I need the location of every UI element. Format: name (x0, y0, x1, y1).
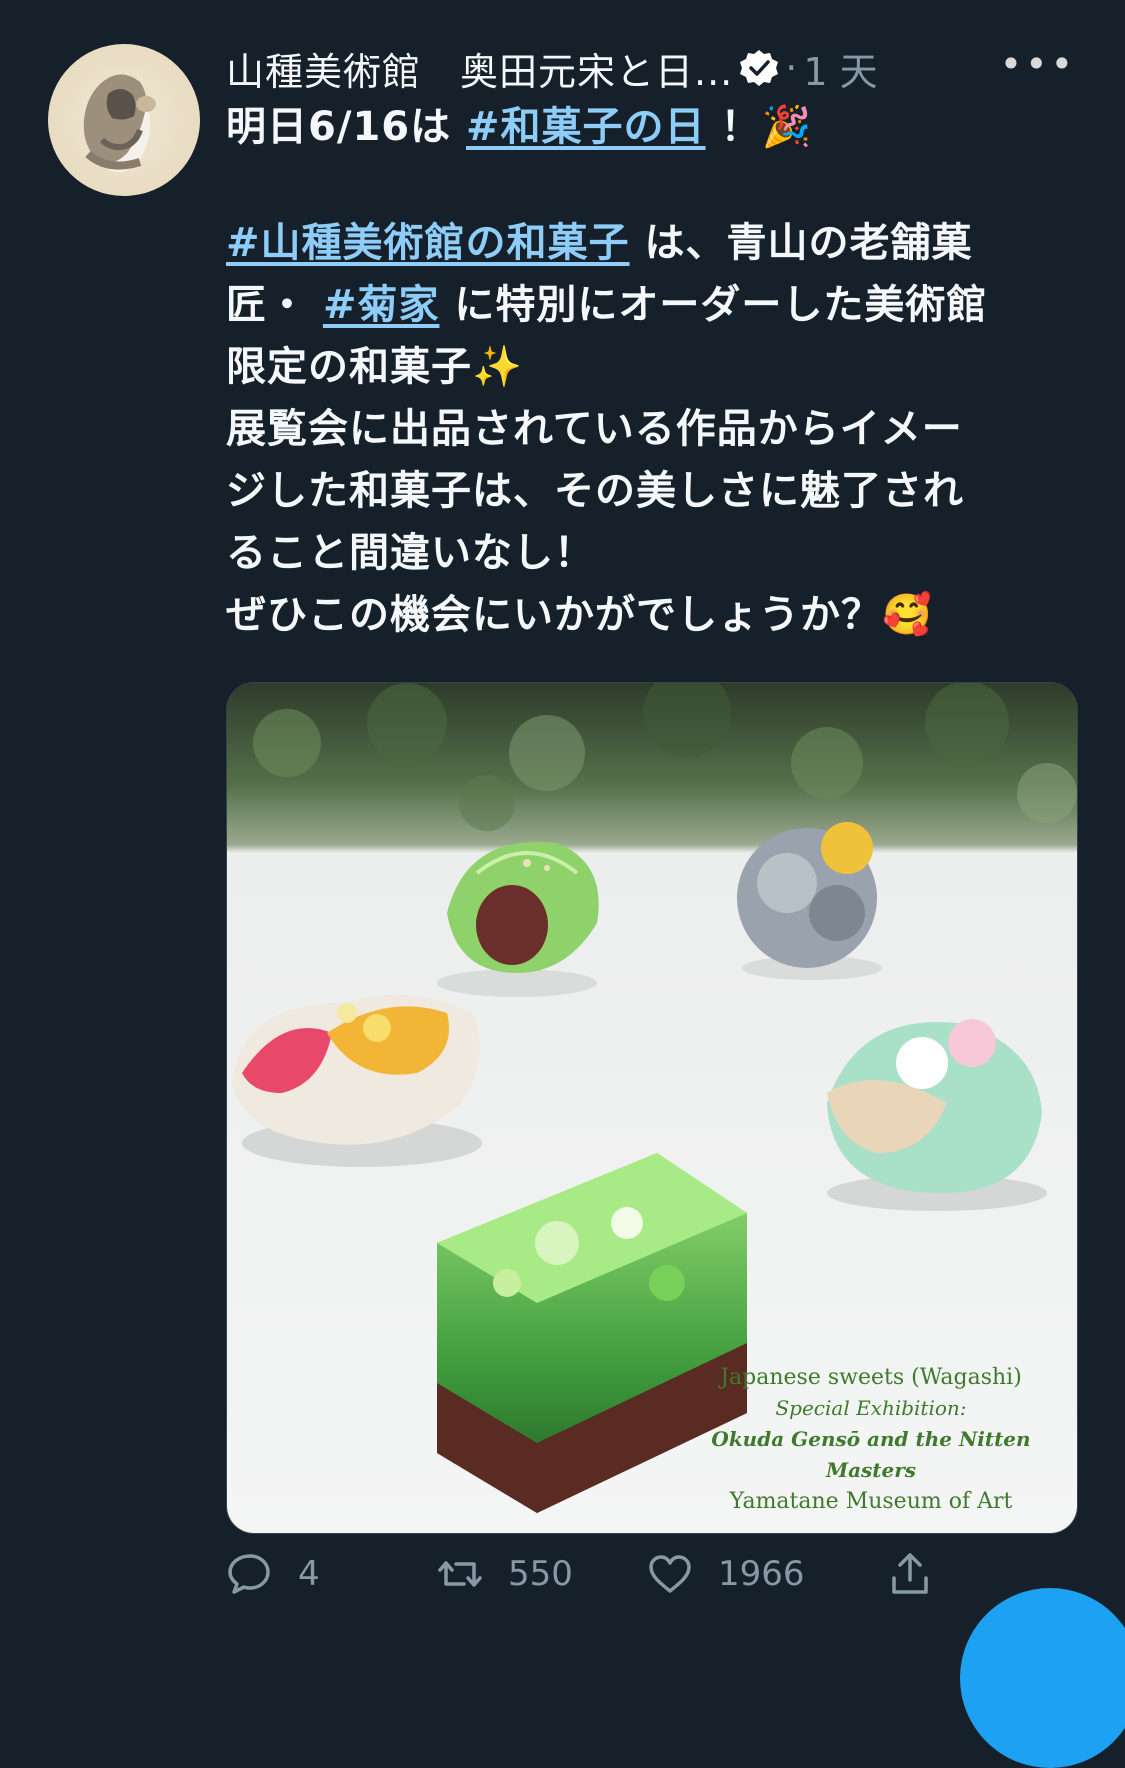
like-count: 1966 (718, 1554, 805, 1594)
cat-illustration (83, 74, 156, 172)
text-line-1: 明日6/16は #和菓子の日 ！🎉 (226, 104, 813, 150)
text-line-8: ぜひこの機会にいかがでしょうか？🥰 (226, 592, 933, 638)
text-line-7: ること間違いなし！ (226, 530, 595, 576)
text-line-4: 限定の和菓子✨ (226, 344, 523, 390)
reply-count: 4 (298, 1554, 320, 1594)
hashtag-link[interactable]: #和菓子の日 (466, 104, 706, 150)
compose-tweet-button[interactable] (960, 1588, 1125, 1768)
tweet-media-image[interactable]: Japanese sweets (Wagashi) Special Exhibi… (226, 682, 1078, 1534)
verified-badge-icon (740, 50, 779, 86)
display-name[interactable]: 山種美術館 奥田元宋と日... (226, 41, 733, 96)
tweet-actions: 4 550 1966 (226, 1550, 1106, 1620)
text-line-6: ジした和菓子は、その美しさに魅了され (226, 468, 964, 514)
retweet-count: 550 (508, 1554, 573, 1594)
tweet-header: 山種美術館 奥田元宋と日... · 1 天 ••• (226, 40, 1106, 96)
caption-line-4: Yamatane Museum of Art (729, 1489, 1013, 1514)
caption-line-3: Okuda Gensō and the Nitten Masters (711, 1427, 1031, 1482)
party-popper-icon: 🎉 (761, 104, 813, 150)
share-button[interactable] (886, 1550, 958, 1598)
sparkles-icon: ✨ (472, 344, 523, 390)
image-caption: Japanese sweets (Wagashi) Special Exhibi… (691, 1362, 1051, 1517)
retweet-button[interactable]: 550 (436, 1550, 573, 1598)
hashtag-link[interactable]: #菊家 (323, 282, 440, 328)
caption-line-2: Special Exhibition: (775, 1396, 967, 1420)
separator-dot: · (785, 46, 798, 90)
reply-icon (228, 1554, 270, 1594)
retweet-icon (438, 1561, 482, 1587)
reply-button[interactable]: 4 (226, 1550, 320, 1598)
hashtag-link[interactable]: #山種美術館の和菓子 (226, 220, 630, 266)
text-line-2: #山種美術館の和菓子 は、青山の老舗菓 (226, 220, 973, 266)
timestamp[interactable]: 1 天 (803, 41, 877, 96)
heart-icon (649, 1555, 691, 1593)
caption-line-1: Japanese sweets (Wagashi) (720, 1365, 1022, 1390)
like-button[interactable]: 1966 (646, 1550, 805, 1598)
more-options-icon[interactable]: ••• (1000, 42, 1076, 86)
share-icon (892, 1553, 928, 1594)
tweet[interactable]: 山種美術館 奥田元宋と日... · 1 天 ••• 明日6/16は #和菓子の日… (0, 0, 1125, 1768)
text-line-3: 匠・ #菊家 に特別にオーダーした美術館 (226, 282, 988, 328)
avatar[interactable] (48, 44, 200, 196)
smiling-face-with-hearts-icon: 🥰 (882, 592, 933, 638)
text-line-5: 展覧会に出品されている作品からイメー (226, 406, 963, 452)
tweet-text: 明日6/16は #和菓子の日 ！🎉 #山種美術館の和菓子 は、青山の老舗菓 匠・… (226, 96, 1066, 646)
